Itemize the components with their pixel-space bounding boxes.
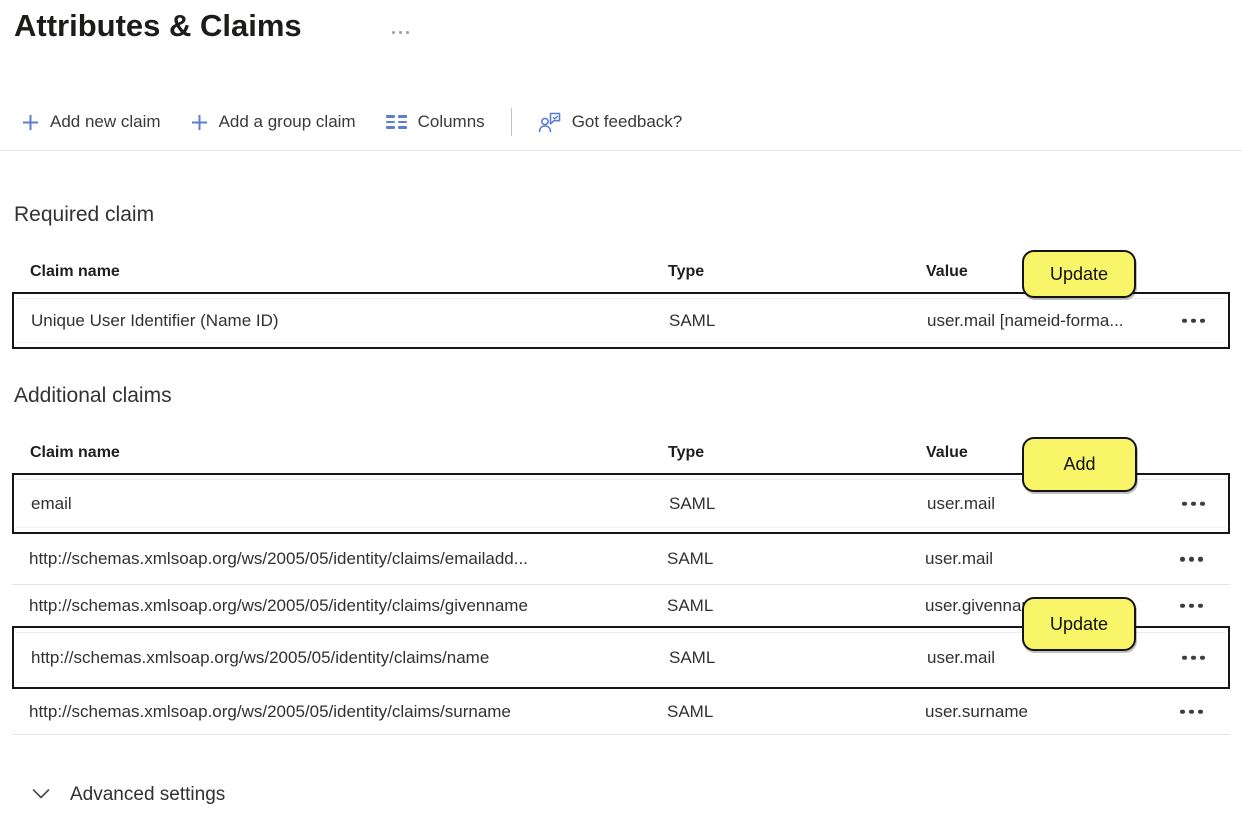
dot xyxy=(1180,709,1185,714)
dot xyxy=(1182,655,1187,660)
dot xyxy=(1182,318,1187,323)
annotation-update-name: Update xyxy=(1022,597,1136,651)
claim-type-cell: SAML xyxy=(667,549,714,568)
claim-value-cell: user.mail [nameid-forma... xyxy=(927,310,1124,330)
required-claim-row[interactable]: Unique User Identifier (Name ID) SAML us… xyxy=(12,292,1230,349)
claim-row-emailaddress[interactable]: http://schemas.xmlsoap.org/ws/2005/05/id… xyxy=(12,534,1230,585)
title-more-icon[interactable] xyxy=(388,27,413,38)
required-col-claim-name: Claim name xyxy=(30,263,120,280)
plus-icon xyxy=(22,114,39,131)
plus-icon xyxy=(191,114,208,131)
add-group-claim-label: Add a group claim xyxy=(218,112,356,131)
claim-name-cell: email xyxy=(31,493,72,513)
dot xyxy=(1198,709,1203,714)
required-claim-heading: Required claim xyxy=(14,203,155,226)
claim-name-cell: Unique User Identifier (Name ID) xyxy=(31,310,279,330)
dot xyxy=(1198,603,1203,608)
add-new-claim-button[interactable]: Add new claim xyxy=(22,112,161,132)
required-col-value: Value xyxy=(926,263,968,280)
claim-value-cell: user.mail xyxy=(927,493,996,513)
chevron-down-icon xyxy=(32,784,50,806)
page-title: Attributes & Claims xyxy=(14,8,302,43)
dot xyxy=(1189,709,1194,714)
claim-type-cell: SAML xyxy=(667,595,714,615)
claim-row-surname[interactable]: http://schemas.xmlsoap.org/ws/2005/05/id… xyxy=(12,689,1230,735)
dot xyxy=(399,31,402,34)
dot xyxy=(1200,318,1205,323)
attributes-claims-page: Attributes & Claims Add new claim Add a … xyxy=(0,0,1242,816)
command-bar: Add new claim Add a group claim Columns xyxy=(22,103,682,141)
dot xyxy=(1200,655,1205,660)
required-col-type: Type xyxy=(668,263,705,280)
dot xyxy=(1191,655,1196,660)
claim-name-cell: http://schemas.xmlsoap.org/ws/2005/05/id… xyxy=(29,595,528,615)
dot xyxy=(1200,501,1205,506)
row-more-options-button[interactable] xyxy=(1176,598,1207,613)
claim-type-cell: SAML xyxy=(667,701,714,721)
dot xyxy=(1191,501,1196,506)
dot xyxy=(392,31,395,34)
add-group-claim-button[interactable]: Add a group claim xyxy=(191,112,356,132)
claim-type-cell: SAML xyxy=(669,310,716,330)
columns-button[interactable]: Columns xyxy=(385,112,485,132)
dot xyxy=(1180,603,1185,608)
additional-col-type: Type xyxy=(668,444,705,461)
annotation-add-email: Add xyxy=(1022,437,1137,492)
columns-icon xyxy=(385,115,407,129)
claim-value-cell: user.mail xyxy=(925,549,994,568)
claim-type-cell: SAML xyxy=(669,647,716,667)
toolbar-divider xyxy=(510,108,512,136)
row-more-options-button[interactable] xyxy=(1178,313,1209,328)
dot xyxy=(1189,603,1194,608)
dot xyxy=(1191,318,1196,323)
dot xyxy=(1189,556,1194,562)
dot xyxy=(1182,501,1187,506)
dot xyxy=(1198,556,1203,562)
feedback-icon xyxy=(538,112,561,133)
claim-name-cell: http://schemas.xmlsoap.org/ws/2005/05/id… xyxy=(29,549,528,568)
claim-value-cell: user.surname xyxy=(925,701,1028,721)
claim-name-cell: http://schemas.xmlsoap.org/ws/2005/05/id… xyxy=(31,647,490,667)
row-more-options-button[interactable] xyxy=(1178,650,1209,665)
annotation-update-required: Update xyxy=(1022,250,1136,298)
got-feedback-button[interactable]: Got feedback? xyxy=(538,112,683,133)
toolbar-divider-rule xyxy=(0,150,1242,151)
claim-type-cell: SAML xyxy=(669,493,716,513)
dot xyxy=(1180,556,1185,562)
columns-label: Columns xyxy=(417,112,485,131)
advanced-settings-toggle[interactable]: Advanced settings xyxy=(28,780,229,810)
dot xyxy=(406,31,409,34)
advanced-settings-label: Advanced settings xyxy=(70,784,226,805)
additional-claims-heading: Additional claims xyxy=(14,384,172,407)
add-new-claim-label: Add new claim xyxy=(50,112,161,131)
claim-name-cell: http://schemas.xmlsoap.org/ws/2005/05/id… xyxy=(29,701,511,721)
row-more-options-button[interactable] xyxy=(1176,552,1207,567)
got-feedback-label: Got feedback? xyxy=(571,112,683,131)
row-more-options-button[interactable] xyxy=(1176,704,1207,719)
additional-col-value: Value xyxy=(926,444,968,461)
row-more-options-button[interactable] xyxy=(1178,496,1209,511)
additional-col-claim-name: Claim name xyxy=(30,444,120,461)
claim-value-cell: user.mail xyxy=(927,647,996,667)
